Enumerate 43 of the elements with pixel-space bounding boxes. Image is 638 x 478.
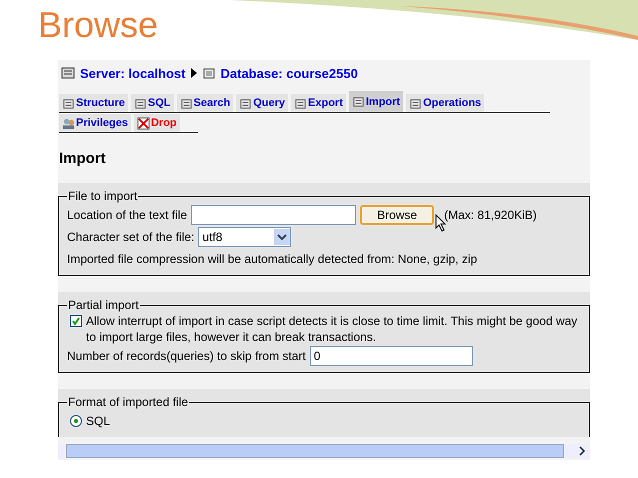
database-link[interactable]: Database: course2550 bbox=[220, 66, 358, 80]
cross-icon bbox=[136, 116, 150, 130]
tab[interactable]: Query bbox=[236, 94, 288, 112]
radio-button[interactable] bbox=[70, 415, 82, 427]
tab[interactable]: Drop bbox=[134, 114, 180, 132]
tab[interactable]: Structure bbox=[59, 94, 128, 112]
field-label: Character set of the file: bbox=[67, 230, 194, 244]
charset-dropdown[interactable]: utf8 bbox=[198, 227, 292, 247]
tab[interactable]: Operations bbox=[406, 94, 484, 112]
tab-icon bbox=[294, 96, 308, 110]
tab-icon bbox=[62, 96, 75, 110]
server-icon bbox=[61, 66, 75, 80]
panel-legend: File to import bbox=[67, 189, 138, 203]
skip-count-field[interactable]: 0 bbox=[310, 346, 473, 366]
tab-icon bbox=[239, 96, 252, 110]
horizontal-scrollbar[interactable] bbox=[58, 444, 590, 458]
field-label: Number of records(queries) to skip from start bbox=[67, 349, 306, 363]
section-heading: Import bbox=[59, 150, 107, 167]
tab[interactable]: Import bbox=[348, 91, 404, 112]
tab-icon bbox=[180, 96, 193, 110]
file-path-field[interactable] bbox=[191, 205, 356, 225]
tab-icon bbox=[409, 96, 422, 110]
tab[interactable]: SQL bbox=[130, 94, 174, 112]
arrow-right-icon bbox=[190, 68, 196, 78]
radio-label: SQL bbox=[86, 414, 110, 428]
max-size-note: (Max: 81,920KiB) bbox=[444, 208, 537, 222]
tab[interactable]: Search bbox=[176, 94, 234, 112]
panel-legend: Format of imported file bbox=[67, 395, 190, 409]
panel-legend: Partial import bbox=[67, 298, 140, 312]
checkbox-label: Allow interrupt of import in case script detects it is close to time limit. This might be good way to import large files, however it can break transactions. bbox=[86, 313, 578, 345]
database-icon bbox=[202, 66, 216, 80]
tab-icon bbox=[134, 96, 147, 110]
browse-button[interactable]: Browse bbox=[360, 205, 434, 225]
users-icon bbox=[62, 116, 75, 130]
tab[interactable]: Export bbox=[291, 94, 346, 112]
checkbox[interactable] bbox=[70, 315, 82, 327]
slide-title: Browse bbox=[38, 4, 158, 47]
tab[interactable]: Privileges bbox=[59, 114, 131, 132]
scroll-right-icon[interactable] bbox=[578, 446, 586, 456]
server-link[interactable]: Server: localhost bbox=[80, 66, 186, 80]
field-label: Location of the text file bbox=[67, 208, 188, 222]
compression-note: Imported file compression will be automatically detected from: None, gzip, zip bbox=[67, 251, 478, 268]
tab-icon bbox=[352, 95, 365, 108]
